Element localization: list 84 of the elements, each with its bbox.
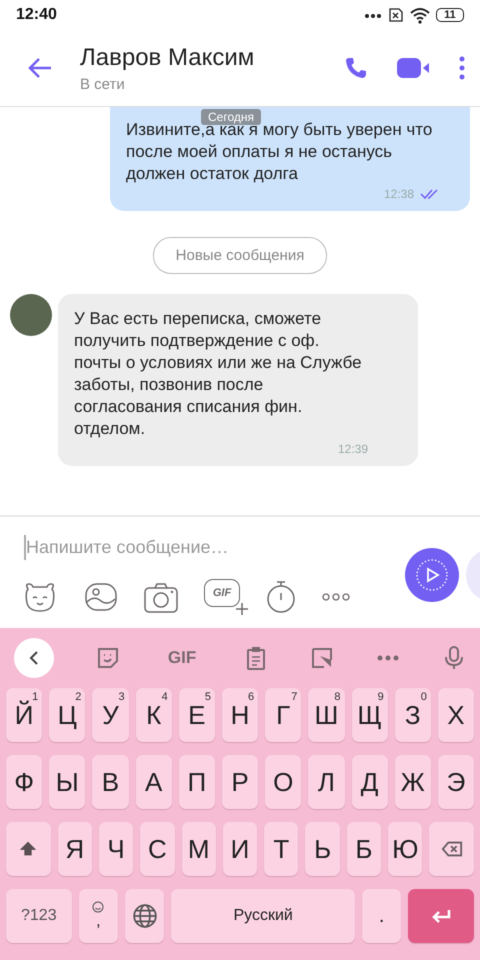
key-number-hint: 8 xyxy=(334,691,340,703)
letter-key[interactable]: Б xyxy=(346,822,382,876)
video-camera-icon xyxy=(396,56,430,80)
contact-name: Лавров Максим xyxy=(80,44,256,72)
status-time: 12:40 xyxy=(16,6,57,24)
key-number-hint: 4 xyxy=(162,691,168,703)
more-dots-icon xyxy=(322,592,350,602)
letter-key[interactable]: Ф xyxy=(6,755,42,809)
more-button[interactable] xyxy=(322,592,350,602)
letter-key[interactable]: Р xyxy=(222,755,258,809)
letter-key[interactable]: Я xyxy=(58,822,92,876)
phone-icon xyxy=(344,56,368,80)
letter-key[interactable]: К 4 xyxy=(136,688,172,742)
letter-key[interactable]: И xyxy=(222,822,258,876)
play-icon xyxy=(415,558,449,592)
letter-key[interactable]: Х xyxy=(438,688,474,742)
language-key[interactable] xyxy=(124,889,164,943)
key-number-hint: 7 xyxy=(291,691,298,703)
back-arrow-icon xyxy=(27,57,53,79)
avatar-photo-placeholder xyxy=(10,294,52,336)
letter-key[interactable]: Ь xyxy=(305,822,340,876)
letter-key[interactable]: Д xyxy=(352,755,388,809)
new-messages-divider: Новые сообщения xyxy=(152,237,328,274)
more-button[interactable] xyxy=(376,654,400,662)
gallery-button[interactable] xyxy=(84,581,118,613)
symbols-key[interactable]: ?123 xyxy=(6,889,72,943)
letter-key[interactable]: Г 7 xyxy=(265,688,302,742)
key-number-hint: 0 xyxy=(420,691,427,703)
letter-key[interactable]: Ш 8 xyxy=(308,688,344,742)
plus-icon xyxy=(236,603,248,615)
letter-key[interactable]: П xyxy=(178,755,215,809)
sticker-button[interactable] xyxy=(96,646,120,670)
letter-key[interactable]: Ы xyxy=(49,755,86,809)
letter-key[interactable]: Щ 9 xyxy=(352,688,388,742)
shift-key[interactable] xyxy=(6,822,51,876)
letter-key[interactable]: В xyxy=(92,755,129,809)
letter-key[interactable]: А xyxy=(136,755,172,809)
comma-key[interactable]: , xyxy=(78,889,118,943)
letter-key[interactable]: Й 1 xyxy=(6,688,42,742)
message-time: 12:39 xyxy=(338,442,368,456)
letter-key[interactable]: Ю xyxy=(388,822,422,876)
letter-key[interactable]: У 3 xyxy=(92,688,129,742)
letter-key[interactable]: Н 6 xyxy=(222,688,258,742)
key-number-hint: 3 xyxy=(118,691,125,703)
cropped-square-icon xyxy=(310,646,334,670)
battery-level: 11 xyxy=(436,8,464,22)
smiley-icon xyxy=(92,901,104,913)
letter-key[interactable]: Е 5 xyxy=(178,688,215,742)
timer-button[interactable] xyxy=(266,581,296,613)
key-number-hint: 2 xyxy=(75,691,82,703)
camera-button[interactable] xyxy=(144,581,178,613)
wifi-icon xyxy=(410,6,430,24)
sticker-icon xyxy=(96,646,120,670)
space-key[interactable]: Русский xyxy=(171,889,356,943)
video-message-button[interactable] xyxy=(405,548,459,602)
vertical-dots-icon xyxy=(458,56,466,80)
key-number-hint: 6 xyxy=(248,691,254,703)
key-number-hint: 5 xyxy=(204,691,211,703)
message-input-field[interactable]: Напишите сообщение… xyxy=(24,535,386,560)
letter-key[interactable]: Ж xyxy=(394,755,431,809)
picture-icon xyxy=(84,581,118,613)
more-dots-icon xyxy=(376,654,400,662)
letter-key[interactable]: Э xyxy=(438,755,474,809)
letter-key[interactable]: С xyxy=(140,822,175,876)
period-key[interactable]: . xyxy=(362,889,402,943)
camera-icon xyxy=(144,581,178,613)
backspace-key[interactable] xyxy=(429,822,474,876)
letter-key[interactable]: Ч xyxy=(98,822,134,876)
letter-key[interactable]: М xyxy=(182,822,216,876)
stopwatch-icon xyxy=(266,581,296,613)
letter-key[interactable]: З 0 xyxy=(394,688,431,742)
key-number-hint: 9 xyxy=(378,691,384,703)
message-text: У Вас есть переписка, сможете получить подтверждение с оф. почты о условиях или же на Службе заботы, позвонив после согласования списания фин. отделом. xyxy=(74,308,363,440)
letter-key[interactable]: Л xyxy=(308,755,344,809)
resize-button[interactable] xyxy=(310,646,334,670)
no-sim-icon xyxy=(388,8,404,22)
letter-key[interactable]: Ц 2 xyxy=(49,688,86,742)
message-time: 12:38 xyxy=(384,187,414,201)
key-number-hint: 1 xyxy=(32,691,38,703)
letter-key[interactable]: О xyxy=(265,755,302,809)
enter-key[interactable] xyxy=(408,889,474,943)
letter-key[interactable]: Т xyxy=(264,822,298,876)
globe-icon xyxy=(132,903,158,929)
contact-status: В сети xyxy=(80,76,126,92)
